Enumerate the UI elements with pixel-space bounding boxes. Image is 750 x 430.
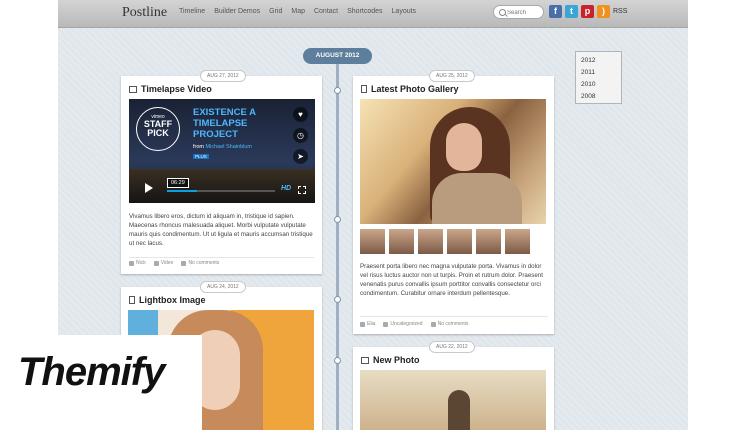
post-title[interactable]: Lightbox Image: [129, 295, 206, 305]
post-card-new-photo: AUG 22, 2012 New Photo: [353, 341, 554, 430]
year-item[interactable]: 2010: [581, 79, 621, 91]
post-author[interactable]: Nick: [136, 260, 146, 266]
post-comments[interactable]: No comments: [188, 260, 219, 266]
photo-subject-face: [446, 123, 482, 171]
top-bar: Postline Timeline Builder Demos Grid Map…: [58, 0, 688, 28]
post-title-text[interactable]: Timelapse Video: [141, 84, 212, 94]
share-icon[interactable]: ➤: [293, 149, 308, 164]
post-card-timelapse: AUG 27, 2012 Timelapse Video vimeo STAFF…: [121, 70, 322, 274]
nav-shortcodes[interactable]: Shortcodes: [347, 8, 382, 15]
hd-toggle[interactable]: HD: [281, 185, 291, 192]
video-progress-fill: [167, 190, 198, 192]
post-card-gallery: AUG 25, 2012 Latest Photo Gallery Praese…: [353, 70, 554, 334]
post-title-text[interactable]: Latest Photo Gallery: [371, 84, 459, 94]
staff-pick-badge: vimeo STAFF PICK: [136, 107, 180, 151]
gallery-thumbnail[interactable]: [476, 229, 501, 254]
facebook-icon[interactable]: f: [549, 5, 562, 18]
post-title[interactable]: Latest Photo Gallery: [361, 84, 459, 94]
nav-contact[interactable]: Contact: [314, 8, 338, 15]
year-item[interactable]: 2011: [581, 67, 621, 79]
fullscreen-icon[interactable]: [298, 186, 306, 194]
post-title[interactable]: Timelapse Video: [129, 84, 212, 94]
video-title-line: PROJECT: [193, 129, 238, 140]
plus-badge: PLUS: [193, 154, 209, 159]
month-label[interactable]: AUGUST 2012: [303, 48, 372, 64]
nav-timeline[interactable]: Timeline: [179, 8, 205, 15]
post-date: AUG 24, 2012: [200, 281, 246, 293]
post-title-text[interactable]: New Photo: [373, 355, 420, 365]
divider: [360, 316, 548, 317]
author-icon: [360, 321, 365, 327]
video-title-line: EXISTENCE A: [193, 107, 256, 118]
timeline-node: [334, 216, 341, 223]
post-comments[interactable]: No comments: [438, 321, 469, 327]
post-author[interactable]: Elia: [367, 321, 375, 327]
themify-logo: Themify: [18, 350, 165, 394]
twitter-icon[interactable]: t: [565, 5, 578, 18]
pinterest-icon[interactable]: p: [581, 5, 594, 18]
folder-icon: [153, 260, 159, 266]
rss-label[interactable]: RSS: [613, 8, 627, 15]
nav-builder-demos[interactable]: Builder Demos: [214, 8, 260, 15]
post-excerpt: Vivamus libero eros, dictum id aliquam i…: [129, 213, 313, 247]
post-title-text[interactable]: Lightbox Image: [139, 295, 206, 305]
search-box[interactable]: [493, 5, 544, 19]
gallery-main-photo[interactable]: [360, 99, 546, 224]
post-excerpt: Praesent porta libero nec magna vulputat…: [360, 263, 543, 297]
post-date: AUG 22, 2012: [429, 341, 475, 353]
post-meta: Nick Video No comments: [129, 260, 219, 266]
video-title-line: TIMELAPSE: [193, 118, 248, 129]
pick-label: PICK: [147, 128, 169, 138]
divider: [129, 257, 314, 258]
photo-subject-figure: [448, 390, 470, 430]
site-logo[interactable]: Postline: [122, 5, 167, 21]
video-byline: from Michael Shainblum: [193, 144, 252, 150]
gallery-thumbnail[interactable]: [505, 229, 530, 254]
main-nav: Timeline Builder Demos Grid Map Contact …: [179, 8, 416, 15]
byline-author[interactable]: Michael Shainblum: [206, 144, 252, 150]
author-icon: [129, 260, 134, 266]
comment-icon: [430, 321, 436, 327]
folder-icon: [383, 321, 389, 327]
rss-icon[interactable]: ): [597, 5, 610, 18]
gallery-thumbnails: [360, 229, 530, 254]
video-time: 06:29: [167, 178, 189, 188]
timeline-node: [334, 296, 341, 303]
gallery-thumbnail[interactable]: [447, 229, 472, 254]
gallery-post-icon: [361, 85, 367, 93]
nav-layouts[interactable]: Layouts: [392, 8, 417, 15]
video-post-icon: [129, 85, 137, 93]
play-icon[interactable]: [145, 183, 153, 193]
post-date: AUG 25, 2012: [429, 70, 475, 82]
search-icon: [499, 9, 506, 16]
year-item[interactable]: 2008: [581, 91, 621, 103]
video-progress-bar[interactable]: [167, 190, 275, 192]
post-category[interactable]: Uncategorized: [390, 321, 422, 327]
gallery-thumbnail[interactable]: [360, 229, 385, 254]
post-meta: Elia Uncategorized No comments: [360, 321, 468, 327]
post-title[interactable]: New Photo: [361, 355, 420, 365]
year-nav: 2012 2011 2010 2008: [575, 51, 622, 104]
post-category[interactable]: Video: [161, 260, 174, 266]
gallery-thumbnail[interactable]: [418, 229, 443, 254]
image-post-icon: [129, 296, 135, 304]
post-date: AUG 27, 2012: [200, 70, 246, 82]
year-item[interactable]: 2012: [581, 55, 621, 67]
video-player[interactable]: vimeo STAFF PICK EXISTENCE A TIMELAPSE P…: [129, 99, 315, 203]
like-icon[interactable]: ♥: [293, 107, 308, 122]
byline-prefix: from: [193, 144, 204, 150]
timeline-node: [334, 357, 341, 364]
photo-post-icon: [361, 356, 369, 364]
gallery-thumbnail[interactable]: [389, 229, 414, 254]
nav-map[interactable]: Map: [291, 8, 305, 15]
photo-subject-shoulder: [432, 173, 522, 224]
new-photo-image[interactable]: [360, 370, 546, 430]
video-title[interactable]: EXISTENCE A TIMELAPSE PROJECT: [193, 107, 256, 140]
comment-icon: [181, 260, 187, 266]
nav-grid[interactable]: Grid: [269, 8, 282, 15]
timeline-spine: [336, 62, 339, 430]
search-input[interactable]: [507, 8, 541, 17]
timeline-node: [334, 87, 341, 94]
watch-later-icon[interactable]: ◷: [293, 128, 308, 143]
